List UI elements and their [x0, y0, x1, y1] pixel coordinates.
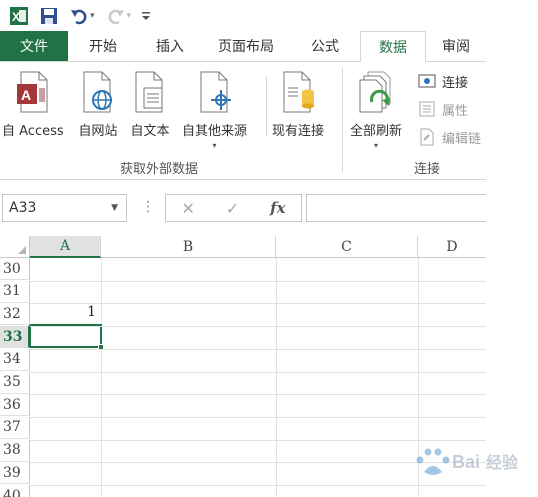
row-gridline [30, 280, 486, 282]
insert-function-icon[interactable]: fx [270, 199, 285, 217]
other-sources-icon [195, 70, 235, 114]
active-cell-a33[interactable] [29, 324, 102, 348]
tab-home[interactable]: 开始 [68, 31, 138, 61]
from-other-sources-button[interactable]: 自其他来源 ▾ [182, 70, 247, 150]
existing-connections-button[interactable]: 现有连接 [272, 70, 324, 139]
chevron-down-icon: ▾ [212, 141, 217, 150]
quick-access-toolbar: X ▾ ▾ [0, 0, 538, 32]
column-header-b[interactable]: B [101, 236, 276, 258]
existing-connections-icon [278, 70, 318, 114]
undo-dropdown-icon[interactable]: ▾ [90, 11, 95, 21]
row-header-37[interactable]: 37 [0, 416, 30, 439]
row-header-30[interactable]: 30 [0, 258, 30, 280]
from-text-label: 自文本 [130, 124, 170, 139]
customize-icon[interactable] [139, 3, 153, 29]
edit-links-label: 编辑链 [442, 131, 482, 147]
svg-text:经验: 经验 [486, 453, 519, 472]
tab-data[interactable]: 数据 [360, 31, 426, 62]
access-icon: A [13, 70, 53, 114]
chevron-down-icon[interactable]: ▼ [111, 203, 118, 213]
redo-icon[interactable] [103, 3, 129, 29]
row-header-35[interactable]: 35 [0, 371, 30, 394]
row-header-40[interactable]: 40 [0, 485, 30, 497]
row-gridline [30, 485, 486, 486]
name-box[interactable]: A33 ▼ [2, 194, 127, 222]
refresh-all-icon [356, 70, 396, 114]
properties-label: 属性 [442, 103, 469, 119]
connections-icon [418, 72, 436, 90]
button-divider [266, 76, 267, 136]
from-web-label: 自网站 [78, 124, 118, 139]
from-text-button[interactable]: 自文本 [130, 70, 170, 139]
column-gridline [276, 258, 277, 497]
row-gridline [30, 416, 486, 418]
chevron-down-icon: ▾ [374, 141, 379, 150]
svg-text:A: A [21, 87, 31, 103]
from-other-sources-label: 自其他来源 [182, 124, 248, 139]
edit-links-button[interactable]: 编辑链 [418, 126, 481, 148]
enter-icon[interactable]: ✓ [226, 199, 239, 218]
connections-list: 连接 属性 编辑链 [418, 70, 481, 154]
connections-label: 连接 [442, 75, 469, 91]
group-label-connections: 连接 [414, 162, 441, 177]
formula-bar: A33 ▼ ⋮ ✕ ✓ fx [0, 180, 538, 236]
tab-insert[interactable]: 插入 [138, 31, 202, 61]
svg-text:X: X [12, 10, 20, 24]
row-header-39[interactable]: 39 [0, 462, 30, 485]
row-gridline [30, 326, 486, 328]
window-right-margin [486, 0, 538, 497]
select-all-button[interactable] [0, 236, 30, 258]
group-label-get-external: 获取外部数据 [120, 162, 199, 177]
properties-button[interactable]: 属性 [418, 98, 481, 120]
from-access-button[interactable]: A 自 Access [2, 70, 64, 139]
edit-links-icon [418, 128, 436, 146]
undo-icon[interactable] [66, 3, 92, 29]
formula-input[interactable] [306, 194, 486, 222]
name-box-value: A33 [9, 200, 37, 216]
formula-buttons: ✕ ✓ fx [165, 194, 302, 222]
row-gridline [30, 394, 486, 396]
grip-icon[interactable]: ⋮ [141, 199, 155, 215]
refresh-all-label: 全部刷新 [350, 124, 403, 139]
text-file-icon [130, 70, 170, 114]
ribbon-data: A 自 Access 自网站 自文本 自其他来源 ▾ 获取外部数据 现有连接 全… [0, 62, 538, 180]
svg-text:Bai: Bai [452, 452, 480, 472]
excel-logo-icon: X [6, 3, 32, 29]
column-header-a[interactable]: A [30, 236, 101, 258]
group-divider [342, 68, 343, 172]
row-header-38[interactable]: 38 [0, 439, 30, 462]
row-gridline [30, 348, 486, 350]
row-header-31[interactable]: 31 [0, 280, 30, 303]
from-access-label: 自 Access [2, 124, 64, 139]
web-icon [78, 70, 118, 114]
row-header-36[interactable]: 36 [0, 394, 30, 417]
row-header-34[interactable]: 34 [0, 348, 30, 371]
column-header-c[interactable]: C [276, 236, 418, 258]
properties-icon [418, 100, 436, 118]
tab-formulas[interactable]: 公式 [290, 31, 360, 61]
existing-connections-label: 现有连接 [272, 124, 325, 139]
ribbon-tabs: 文件 开始 插入 页面布局 公式 数据 审阅 [0, 31, 538, 62]
tab-page-layout[interactable]: 页面布局 [202, 31, 290, 61]
tab-file[interactable]: 文件 [0, 31, 68, 61]
tab-review[interactable]: 审阅 [426, 31, 486, 61]
cancel-icon[interactable]: ✕ [181, 199, 194, 218]
baidu-jingyan-watermark: Bai 经验 [410, 438, 530, 484]
connections-button[interactable]: 连接 [418, 70, 481, 92]
from-web-button[interactable]: 自网站 [78, 70, 118, 139]
redo-dropdown-icon[interactable]: ▾ [127, 11, 132, 21]
row-gridline [30, 303, 486, 305]
column-gridline [101, 258, 102, 497]
refresh-all-button[interactable]: 全部刷新 ▾ [350, 70, 402, 150]
cell-a32[interactable]: 1 [32, 304, 96, 320]
column-header-d[interactable]: D [418, 236, 486, 258]
row-gridline [30, 371, 486, 373]
row-header-32[interactable]: 32 [0, 303, 30, 326]
save-icon[interactable] [36, 3, 62, 29]
row-header-33[interactable]: 33 [0, 326, 30, 349]
